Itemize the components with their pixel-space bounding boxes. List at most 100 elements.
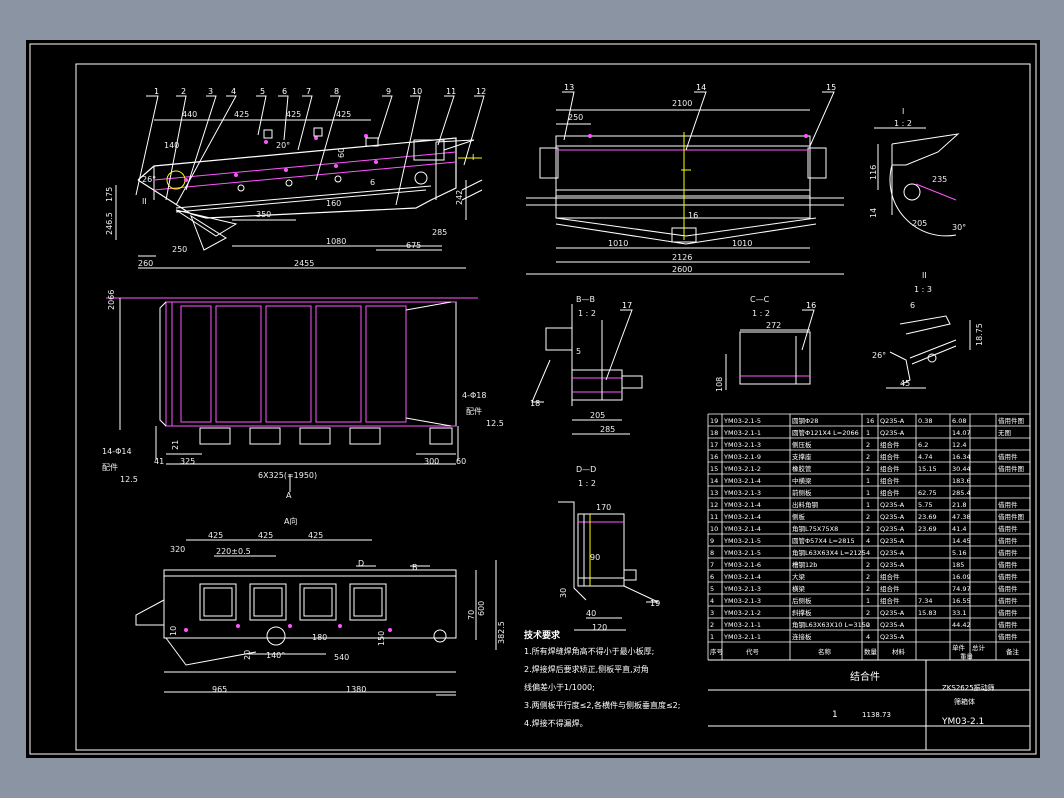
bom-cell: 借用件图 <box>998 464 1024 473</box>
dim-side-1010a: 1010 <box>608 239 628 248</box>
bom-cell: 0.38 <box>918 417 932 425</box>
dim-160: 160 <box>326 199 341 208</box>
bom-cell: 后侧板 <box>792 596 812 605</box>
dim-side-2126: 2126 <box>672 253 692 262</box>
bom-cell: 角钢L63X63X4 L=2125 <box>792 548 866 557</box>
bom-cell: 借用件图 <box>998 512 1024 521</box>
detail-ii <box>886 315 971 389</box>
bom-cell: 16.09 <box>952 573 971 581</box>
plan-60: 60 <box>456 457 466 466</box>
bom-cell: 角钢L75X75X8 <box>792 524 838 533</box>
bom-cell: 连接板 <box>792 632 812 641</box>
dd-40: 40 <box>586 609 596 618</box>
a-title: A向 <box>284 516 297 526</box>
bom-cell: 16.55 <box>952 597 971 605</box>
bom-cell: 8 <box>710 549 714 557</box>
bom-cell: 15 <box>710 465 718 473</box>
bom-cell: 30.44 <box>952 465 971 473</box>
section-bb <box>531 304 643 435</box>
bom-cell: 21.8 <box>952 501 966 509</box>
bom-cell: 44.42 <box>952 621 971 629</box>
a-425a: 425 <box>208 531 223 540</box>
bom-cell: 4 <box>710 597 714 605</box>
cc-ratio: 1 : 2 <box>752 309 770 318</box>
bom-cell: 组合件 <box>880 488 900 497</box>
bom-cell: 16 <box>710 453 718 461</box>
plan-pj1: 配件 <box>466 406 482 416</box>
a-180: 180 <box>312 633 327 642</box>
balloon-12: 12 <box>476 87 486 96</box>
bom-cell: Q235-A <box>880 417 905 425</box>
a-540: 540 <box>334 653 349 662</box>
bom-cell: 74.97 <box>952 585 971 593</box>
bom-cell: 14.45 <box>952 537 971 545</box>
tech-note-1: 1.所有焊缝焊角高不得小于最小板厚; <box>524 646 654 656</box>
bom-cell: YM03-2.1-4 <box>723 513 761 521</box>
det2-45: 45 <box>900 379 910 388</box>
bom-cell: 9 <box>710 537 714 545</box>
bb-ratio: 1 : 2 <box>578 309 596 318</box>
bom-cell: 圆钢Φ28 <box>792 417 818 425</box>
bom-cell: YM03-2.1-4 <box>723 573 761 581</box>
bom-cell: 横梁 <box>792 584 806 593</box>
bom-cell: 橡胶管 <box>792 464 812 473</box>
bom-cell: YM03-2.1-5 <box>723 549 761 557</box>
dim-675: 675 <box>406 241 421 250</box>
part-name: 筛箱体 <box>954 697 975 706</box>
bom-cell: YM03-2.1-6 <box>723 561 761 569</box>
dim-242: 242 <box>455 190 464 205</box>
balloon-6: 6 <box>282 87 287 96</box>
bom-cell: 借用件 <box>998 560 1018 569</box>
bom-cell: Q235-A <box>880 429 905 437</box>
bom-header-no: 序号 <box>710 647 724 656</box>
dim-350: 350 <box>256 210 271 219</box>
balloon-11: 11 <box>446 87 456 96</box>
bom-cell: 11 <box>710 513 718 521</box>
bom-cell: 2 <box>866 465 870 473</box>
plan-21: 21 <box>171 440 180 450</box>
a-20: 20 <box>243 650 252 660</box>
dim-440: 440 <box>182 110 197 119</box>
bom-cell: 槽钢12b <box>792 560 817 569</box>
bom-cell: Q235-A <box>880 621 905 629</box>
plan-pj2: 配件 <box>102 462 118 472</box>
dim-side-16: 16 <box>688 211 698 220</box>
bb-5: 5 <box>576 347 581 356</box>
bom-cell: 3 <box>710 609 714 617</box>
bom-cell: 1 <box>710 633 714 641</box>
balloon-9: 9 <box>386 87 391 96</box>
det1-ratio: 1 : 2 <box>894 119 912 128</box>
det2-26: 26° <box>872 351 886 360</box>
bom-cell: 借用件 <box>998 596 1018 605</box>
bom-header-material: 材料 <box>892 647 906 656</box>
a-425c: 425 <box>308 531 323 540</box>
bom-cell: 组合件 <box>880 452 900 461</box>
bom-cell: YM03-2.1-4 <box>723 477 761 485</box>
bom-cell: 1 <box>866 597 870 605</box>
balloon-17: 17 <box>622 301 632 310</box>
bom-cell: 侧压板 <box>792 440 812 449</box>
bom-cell: 41.4 <box>952 525 966 533</box>
cad-viewport[interactable]: 1 2 3 4 5 6 7 8 9 10 11 12 440 425 425 4… <box>26 40 1040 758</box>
bom-cell: 2 <box>866 513 870 521</box>
dd-90: 90 <box>590 553 600 562</box>
bom-cell: 组合件 <box>880 572 900 581</box>
bom-cell: YM03-2.1-3 <box>723 597 761 605</box>
dim-side-2600: 2600 <box>672 265 692 274</box>
bom-header-code: 代号 <box>746 647 760 656</box>
bom-cell: 6 <box>710 573 714 581</box>
dim-175: 175 <box>105 187 114 202</box>
bom-cell: 2 <box>866 441 870 449</box>
det2-6: 6 <box>910 301 915 310</box>
bom-cell: 无图 <box>998 429 1011 437</box>
det1-title: I <box>902 107 904 116</box>
bom-cell: Q235-A <box>880 525 905 533</box>
bom-cell: YM03-2.1-9 <box>723 453 761 461</box>
cc-title: C—C <box>750 295 770 304</box>
bom-cell: 19 <box>710 417 718 425</box>
assembly-label: 结合件 <box>850 670 880 683</box>
det1-205: 205 <box>912 219 927 228</box>
bom-header-qty: 数量 <box>864 647 878 656</box>
bom-cell: 2 <box>866 573 870 581</box>
bom-cell: Q235-A <box>880 561 905 569</box>
